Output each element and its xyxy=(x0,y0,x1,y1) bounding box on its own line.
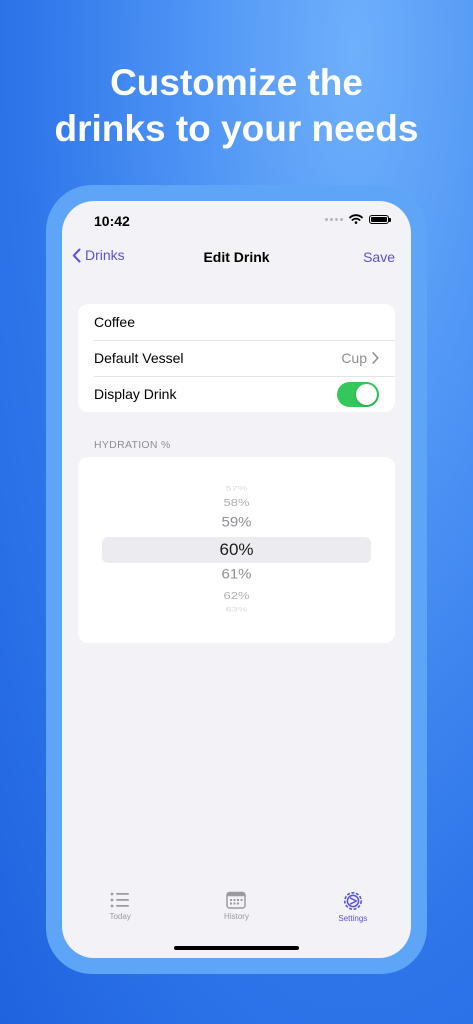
cellular-signal-icon xyxy=(325,217,343,221)
status-time: 10:42 xyxy=(94,213,130,229)
status-icons xyxy=(325,214,391,224)
promo-headline: Customize the drinks to your needs xyxy=(0,60,473,152)
default-vessel-value: Cup xyxy=(341,350,367,366)
home-indicator xyxy=(174,946,299,950)
phone-screen: 10:42 Drinks Edit Drink Save Coffee Defa… xyxy=(62,201,411,958)
display-drink-row: Display Drink xyxy=(78,376,395,412)
picker-option[interactable]: 61% xyxy=(78,567,395,582)
tab-history[interactable]: History xyxy=(178,891,294,941)
drink-name-field[interactable]: Coffee xyxy=(78,304,395,340)
tab-settings-label: Settings xyxy=(338,914,368,923)
settings-icon xyxy=(343,892,362,910)
headline-line-1: Customize the xyxy=(110,62,363,103)
chevron-right-icon xyxy=(372,352,379,364)
battery-icon xyxy=(369,214,391,224)
status-bar: 10:42 xyxy=(62,201,411,241)
hydration-section-header: HYDRATION % xyxy=(94,439,171,451)
tab-settings[interactable]: Settings xyxy=(295,891,411,941)
default-vessel-row[interactable]: Default Vessel Cup xyxy=(78,340,395,376)
picker-option[interactable]: 62% xyxy=(78,590,395,601)
picker-option[interactable]: 59% xyxy=(78,515,395,530)
drink-name-value: Coffee xyxy=(94,314,135,330)
navigation-bar: Drinks Edit Drink Save xyxy=(62,241,411,275)
tab-bar: Today History Settings xyxy=(62,891,411,941)
headline-line-2: drinks to your needs xyxy=(54,108,419,149)
hydration-picker[interactable]: 57% 58% 59% 60% 61% 62% 63% xyxy=(78,457,395,643)
back-button[interactable]: Drinks xyxy=(72,247,125,263)
drink-settings-group: Coffee Default Vessel Cup Display Drink xyxy=(78,304,395,412)
chevron-left-icon xyxy=(72,248,81,262)
tab-today[interactable]: Today xyxy=(62,891,178,941)
display-drink-toggle[interactable] xyxy=(337,381,379,407)
calendar-icon xyxy=(226,891,247,909)
default-vessel-label: Default Vessel xyxy=(94,350,184,366)
picker-option[interactable]: 57% xyxy=(78,486,395,493)
save-button[interactable]: Save xyxy=(363,249,395,265)
tab-history-label: History xyxy=(224,912,249,921)
wifi-icon xyxy=(349,214,363,224)
toggle-knob xyxy=(356,383,377,405)
tab-today-label: Today xyxy=(109,912,131,921)
picker-option[interactable]: 58% xyxy=(78,497,395,508)
picker-selected-option[interactable]: 60% xyxy=(78,540,395,560)
back-button-label: Drinks xyxy=(85,247,125,263)
display-drink-label: Display Drink xyxy=(94,386,177,402)
picker-option[interactable]: 63% xyxy=(78,607,395,614)
list-icon xyxy=(110,892,130,908)
